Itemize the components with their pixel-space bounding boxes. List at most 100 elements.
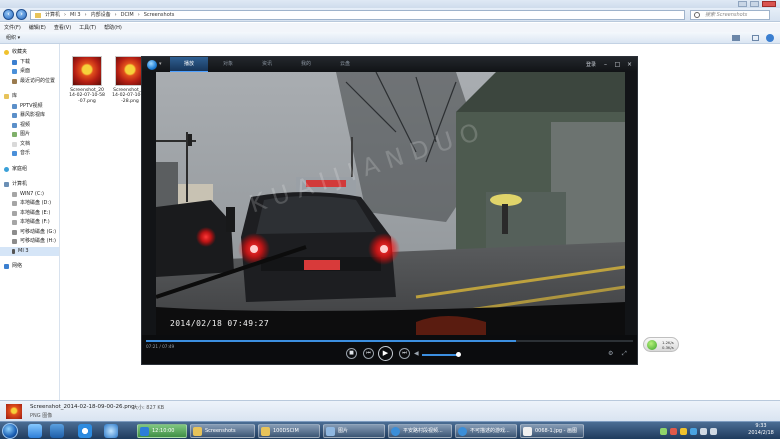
- fullscreen-icon[interactable]: ⤢: [622, 350, 627, 358]
- menu-bar: 文件(F) 编辑(E) 查看(V) 工具(T) 帮助(H): [0, 23, 780, 32]
- tab-play[interactable]: 播放: [170, 57, 208, 72]
- taskbar-item-100dscim[interactable]: 100DSCIM: [258, 424, 320, 438]
- tab-cloud[interactable]: 云盘: [326, 57, 364, 72]
- close-icon[interactable]: [762, 1, 776, 7]
- start-button[interactable]: [2, 423, 18, 439]
- download-icon: [12, 59, 17, 65]
- sidebar-item-drive-f[interactable]: 本地磁盘 (F:): [0, 218, 59, 228]
- folder-icon: [261, 427, 270, 436]
- seek-progress: [146, 340, 517, 342]
- taskbar-item-active[interactable]: 12:10:00: [137, 424, 187, 438]
- tab-mine[interactable]: 我的: [287, 57, 325, 72]
- breadcrumb-dcim[interactable]: DCIM: [121, 11, 134, 19]
- breadcrumb-internal[interactable]: 内部设备: [91, 11, 111, 19]
- favorites-header[interactable]: 收藏夹: [0, 48, 59, 58]
- computer-header[interactable]: 计算机: [0, 180, 59, 190]
- menu-help[interactable]: 帮助(H): [104, 24, 122, 31]
- app-icon[interactable]: [104, 424, 118, 438]
- ie-icon[interactable]: [28, 424, 42, 438]
- forward-button[interactable]: ›: [16, 9, 27, 20]
- taskbar-item-ie2[interactable]: 不可描述的游戏...: [455, 424, 517, 438]
- sidebar-item-network[interactable]: 网络: [0, 262, 59, 272]
- sidebar-item-mi3[interactable]: MI 3: [0, 246, 59, 256]
- sidebar-item-downloads[interactable]: 下载: [0, 58, 59, 68]
- sidebar-item-drive-d[interactable]: 本地磁盘 (D:): [0, 199, 59, 209]
- sidebar-item-drive-h[interactable]: 可移动磁盘 (H:): [0, 237, 59, 247]
- menu-file[interactable]: 文件(F): [4, 24, 21, 31]
- taskbar-item-pictures[interactable]: 图片: [323, 424, 385, 438]
- minimize-icon[interactable]: –: [601, 60, 610, 69]
- sidebar-item-pictures[interactable]: 图片: [0, 130, 59, 140]
- volume-slider[interactable]: [422, 354, 458, 356]
- menu-edit[interactable]: 编辑(E): [29, 24, 46, 31]
- tray-icon[interactable]: [680, 427, 687, 435]
- minimize-icon[interactable]: [738, 1, 747, 7]
- volume-icon[interactable]: [710, 427, 717, 435]
- network-icon: [4, 264, 9, 270]
- tray-icon[interactable]: [690, 427, 697, 435]
- ie-icon: [391, 427, 400, 436]
- video-frame[interactable]: KUAIJIANDUO 2014/02/18 07:49:27: [156, 72, 625, 335]
- tray-icon[interactable]: [660, 427, 667, 435]
- close-icon[interactable]: ×: [625, 60, 634, 69]
- previous-button[interactable]: ⏮: [363, 348, 374, 359]
- back-button[interactable]: ‹: [3, 9, 14, 20]
- file-item[interactable]: Screenshot_2014-02-07-10-58-07.png: [69, 56, 105, 116]
- network-icon[interactable]: [700, 427, 707, 435]
- tab-news[interactable]: 资讯: [248, 57, 286, 72]
- address-bar[interactable]: 计算机 › MI 3 › 内部设备 › DCIM › Screenshots: [30, 10, 685, 20]
- menu-tools[interactable]: 工具(T): [79, 24, 96, 31]
- removable-drive-icon: [12, 229, 17, 235]
- folder-icon: [193, 427, 202, 436]
- volume-icon[interactable]: ◀: [414, 350, 419, 357]
- address-bar-row: ‹ › 计算机 › MI 3 › 内部设备 › DCIM › Screenshots 搜…: [0, 8, 780, 22]
- maximize-icon[interactable]: □: [613, 60, 622, 69]
- sidebar-item-recent[interactable]: 最近访问的位置: [0, 77, 59, 87]
- tray-icon[interactable]: [670, 427, 677, 435]
- network-speed-widget[interactable]: 1.2K/s 0.3K/s: [643, 337, 679, 352]
- sidebar-item-drive-g[interactable]: 可移动磁盘 (G:): [0, 228, 59, 238]
- player-logo-icon[interactable]: [147, 60, 157, 70]
- sidebar-item-drive-c[interactable]: WIN7 (C:): [0, 190, 59, 200]
- taskbar-item-paint[interactable]: 0068-1.jpg - 画图: [520, 424, 584, 438]
- settings-icon[interactable]: ⚙: [608, 350, 613, 357]
- phone-icon: [12, 248, 15, 254]
- sidebar-item-homegroup[interactable]: 家庭组: [0, 165, 59, 175]
- taskbar-item-screenshots[interactable]: Screenshots: [190, 424, 255, 438]
- next-button[interactable]: ⏭: [399, 348, 410, 359]
- desktop-icon: [12, 69, 17, 75]
- taskbar-clock[interactable]: 9:33 2014/2/18: [744, 423, 778, 439]
- sidebar-item-videos[interactable]: 视频: [0, 121, 59, 131]
- maximize-icon[interactable]: [750, 1, 759, 7]
- organize-button[interactable]: 组织 ▾: [6, 35, 20, 41]
- sidebar-item-pptv[interactable]: PPTV视频: [0, 102, 59, 112]
- view-options-icon[interactable]: [732, 35, 740, 41]
- volume-knob[interactable]: [456, 352, 461, 357]
- breadcrumb-computer[interactable]: 计算机: [45, 11, 60, 19]
- search-input[interactable]: 搜索 Screenshots: [690, 10, 770, 20]
- player-icon: [140, 427, 149, 436]
- show-desktop-icon[interactable]: [50, 424, 64, 438]
- folder-icon: [35, 12, 41, 18]
- help-icon[interactable]: [766, 34, 774, 42]
- login-link[interactable]: 登录: [586, 61, 596, 68]
- menu-view[interactable]: 查看(V): [54, 24, 71, 31]
- play-button[interactable]: ▶: [378, 346, 393, 361]
- breadcrumb-mi3[interactable]: MI 3: [70, 11, 81, 19]
- sidebar-item-baofeng[interactable]: 暴风影视库: [0, 111, 59, 121]
- tab-objects[interactable]: 对象: [209, 57, 247, 72]
- preview-pane-icon[interactable]: [752, 35, 759, 41]
- breadcrumb-screenshots[interactable]: Screenshots: [144, 11, 175, 19]
- sidebar-item-documents[interactable]: 文档: [0, 140, 59, 150]
- sidebar-item-drive-e[interactable]: 本地磁盘 (E:): [0, 209, 59, 219]
- sidebar-item-desktop[interactable]: 桌面: [0, 67, 59, 77]
- seek-bar[interactable]: [146, 340, 633, 342]
- sidebar-item-music[interactable]: 音乐: [0, 149, 59, 159]
- libraries-header[interactable]: 库: [0, 92, 59, 102]
- stop-button[interactable]: ■: [346, 348, 357, 359]
- search-placeholder: 搜索 Screenshots: [705, 12, 748, 18]
- chevron-down-icon[interactable]: ▾: [159, 61, 162, 67]
- taskbar-item-ie1[interactable]: 平安路村段视频...: [388, 424, 452, 438]
- browser-icon[interactable]: [78, 424, 92, 438]
- player-titlebar: ▾ 播放 对象 资讯 我的 云盘 登录 – □ ×: [142, 57, 637, 72]
